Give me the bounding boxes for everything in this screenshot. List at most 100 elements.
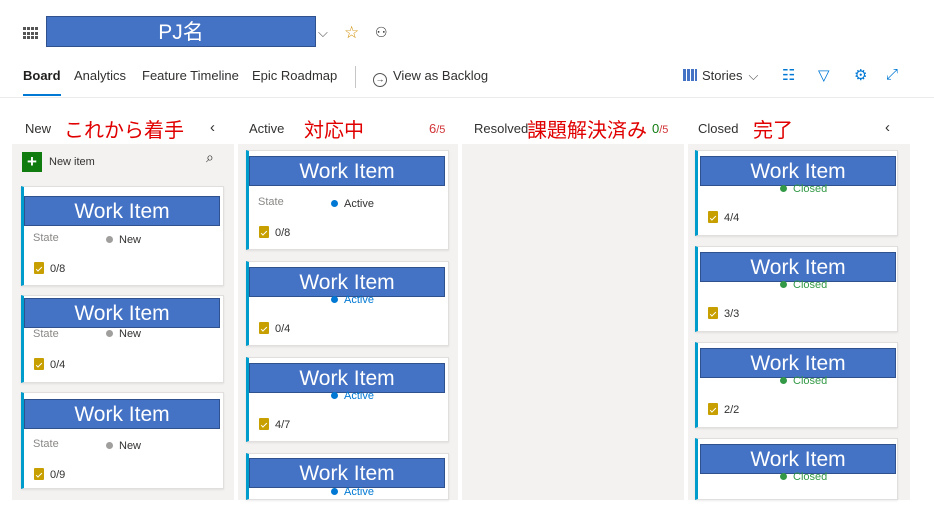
wip-count: 6/5 [429,121,446,136]
state-dot [106,442,113,449]
team-members-icon[interactable]: ⚇ [375,24,388,41]
work-item-card[interactable]: Work Item Active [246,453,449,500]
task-checklist-icon [708,403,718,415]
state-value: Active [331,294,374,306]
stories-selector[interactable]: Stories ⌵ [683,68,758,84]
task-checklist-icon [34,262,44,274]
new-item-label: New item [49,156,95,168]
wip-count: 0/5 [652,121,669,136]
task-checklist-icon [34,468,44,480]
search-icon[interactable]: ⌕ [206,149,214,166]
nav-divider [355,66,356,88]
task-checklist-icon [708,211,718,223]
chevron-down-icon[interactable]: ⌵ [318,25,328,41]
state-dot [331,488,338,495]
work-item-card[interactable]: Work Item Closed 3/3 [695,246,898,332]
view-as-backlog-button[interactable]: → View as Backlog [373,68,488,87]
work-item-card[interactable]: Work Item State New 0/9 [21,392,224,489]
tab-feature-timeline[interactable]: Feature Timeline [142,68,239,96]
task-checklist-icon [259,418,269,430]
work-item-card[interactable]: Work Item Active 4/7 [246,357,449,442]
state-value: Closed [780,375,827,387]
work-item-title[interactable]: Work Item [249,156,445,186]
work-item-card[interactable]: Work Item State New 0/8 [21,186,224,286]
gear-icon[interactable]: ⚙ [854,66,867,84]
lane-resolved [462,144,684,500]
column-name: New [25,121,52,136]
state-label: State [258,196,284,208]
work-item-card[interactable]: Work Item Active 0/4 [246,261,449,346]
tab-analytics[interactable]: Analytics [74,68,126,96]
column-label-jp: 完了 [753,120,793,142]
column-name: Active [249,121,285,136]
new-item-button[interactable]: + New item [22,150,101,174]
column-label-jp: これから着手 [64,120,184,142]
work-item-title[interactable]: Work Item [700,444,896,474]
state-dot [780,473,787,480]
work-item-title[interactable]: Work Item [700,156,896,186]
task-progress: 3/3 [708,307,739,320]
state-dot [106,236,113,243]
board-grid-icon [23,27,39,40]
state-dot [780,377,787,384]
task-progress: 0/4 [259,322,290,335]
settings-sliders-icon[interactable]: ☷ [782,66,795,84]
view-as-backlog-label: View as Backlog [393,68,489,83]
state-label: State [33,232,59,244]
work-item-card[interactable]: Work Item Closed 2/2 [695,342,898,428]
state-label: State [33,328,59,340]
filter-icon[interactable]: ▽ [818,66,830,84]
task-checklist-icon [259,226,269,238]
column-label-jp: 対応中 [304,120,364,142]
task-progress: 0/8 [259,226,290,239]
chevron-left-icon[interactable]: ‹ [210,119,215,136]
chevron-down-icon: ⌵ [748,68,759,83]
expand-icon[interactable]: ⤢ [886,66,898,83]
task-checklist-icon [259,322,269,334]
tab-epic-roadmap[interactable]: Epic Roadmap [252,68,337,96]
task-progress: 4/4 [708,211,739,224]
state-dot [780,185,787,192]
state-dot [780,281,787,288]
stories-icon [683,69,697,81]
work-item-card[interactable]: Work Item Closed [695,438,898,500]
state-value: Closed [780,471,827,483]
chevron-left-icon[interactable]: ‹ [885,119,890,136]
task-progress: 0/8 [34,262,65,275]
state-value: Closed [780,279,827,291]
arrow-circle-icon: → [373,73,387,87]
work-item-title[interactable]: Work Item [249,267,445,297]
work-item-title[interactable]: Work Item [700,252,896,282]
state-value: Active [331,198,374,210]
state-value: Closed [780,183,827,195]
state-dot [331,200,338,207]
state-label: State [33,438,59,450]
tab-board[interactable]: Board [23,68,61,96]
task-progress: 4/7 [259,418,290,431]
state-value: Active [331,390,374,402]
work-item-title[interactable]: Work Item [700,348,896,378]
work-item-card[interactable]: Work Item Closed 4/4 [695,150,898,236]
header: PJ名 ⌵ ☆ ⚇ [0,0,934,60]
work-item-title[interactable]: Work Item [24,196,220,226]
project-name[interactable]: PJ名 [46,16,316,47]
star-icon[interactable]: ☆ [344,23,359,43]
work-item-card[interactable]: Work Item State New 0/4 [21,295,224,383]
column-label-jp: 課題解決済み [527,120,647,142]
state-dot [106,330,113,337]
work-item-title[interactable]: Work Item [24,298,220,328]
stories-label: Stories [702,68,743,83]
work-item-title[interactable]: Work Item [249,363,445,393]
state-value: New [106,440,141,452]
work-item-title[interactable]: Work Item [249,458,445,488]
task-checklist-icon [34,358,44,370]
task-progress: 0/9 [34,468,65,481]
column-name: Resolved [474,121,529,136]
task-progress: 0/4 [34,358,65,371]
state-value: New [106,328,141,340]
column-name: Closed [698,121,739,136]
state-dot [331,392,338,399]
work-item-title[interactable]: Work Item [24,399,220,429]
work-item-card[interactable]: Work Item State Active 0/8 [246,150,449,250]
task-checklist-icon [708,307,718,319]
